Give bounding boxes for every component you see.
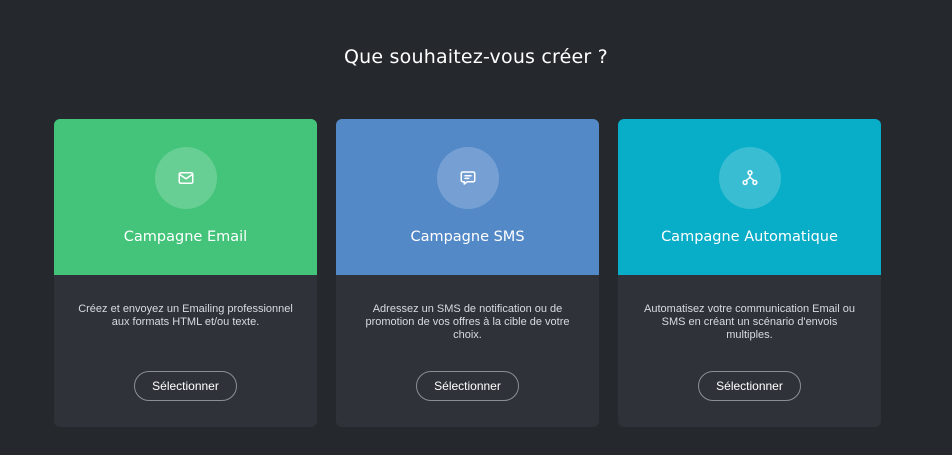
campaign-type-cards: Campagne Email Créez et envoyez un Email… bbox=[54, 119, 881, 427]
envelope-icon bbox=[178, 172, 193, 184]
card-header: Campagne SMS bbox=[336, 119, 599, 275]
card-campagne-sms[interactable]: Campagne SMS Adressez un SMS de notifica… bbox=[336, 119, 599, 427]
icon-circle bbox=[154, 147, 217, 209]
message-icon bbox=[460, 171, 475, 185]
card-body: Automatisez votre communication Email ou… bbox=[618, 275, 881, 427]
card-title: Campagne SMS bbox=[410, 229, 525, 245]
card-campagne-automatique[interactable]: Campagne Automatique Automatisez votre c… bbox=[618, 119, 881, 427]
card-header: Campagne Automatique bbox=[618, 119, 881, 275]
card-title: Campagne Automatique bbox=[661, 229, 838, 245]
card-description: Adressez un SMS de notification ou de pr… bbox=[365, 303, 570, 341]
select-email-button[interactable]: Sélectionner bbox=[134, 371, 237, 401]
card-body: Adressez un SMS de notification ou de pr… bbox=[336, 275, 599, 427]
workflow-icon bbox=[741, 170, 758, 186]
card-description: Automatisez votre communication Email ou… bbox=[644, 303, 855, 341]
icon-circle bbox=[718, 147, 781, 209]
card-body: Créez et envoyez un Emailing professionn… bbox=[54, 275, 317, 427]
select-sms-button[interactable]: Sélectionner bbox=[416, 371, 519, 401]
icon-circle bbox=[436, 147, 499, 209]
select-automatique-button[interactable]: Sélectionner bbox=[698, 371, 801, 401]
card-campagne-email[interactable]: Campagne Email Créez et envoyez un Email… bbox=[54, 119, 317, 427]
card-title: Campagne Email bbox=[123, 229, 248, 245]
card-description: Créez et envoyez un Emailing professionn… bbox=[78, 303, 293, 328]
page-title: Que souhaitez-vous créer ? bbox=[344, 46, 608, 68]
card-header: Campagne Email bbox=[54, 119, 317, 275]
